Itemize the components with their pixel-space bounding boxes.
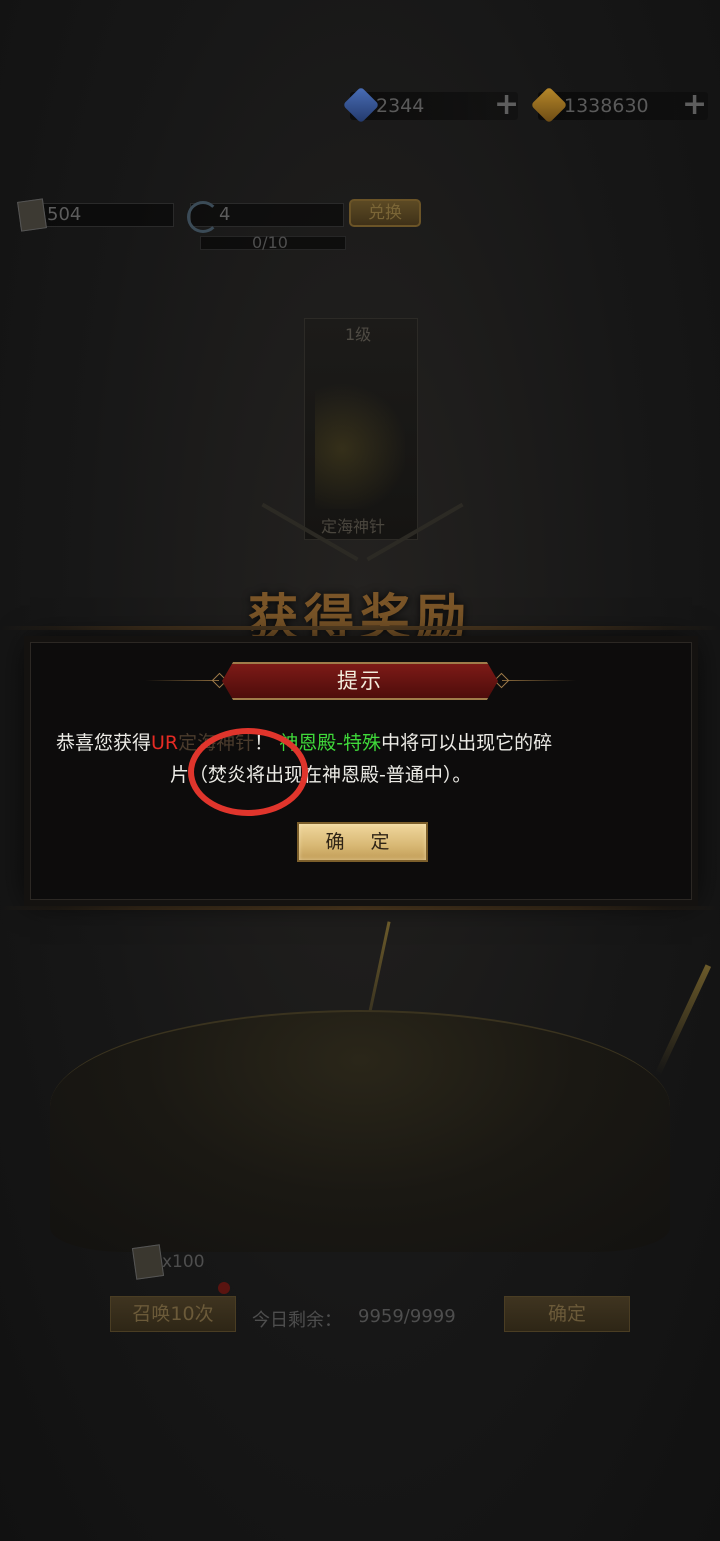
remaining-label: 今日剩余： bbox=[252, 1310, 342, 1331]
orb-counter: 4 bbox=[187, 201, 344, 233]
card-sparkle bbox=[315, 359, 405, 509]
gold-gem-value: 1338630 bbox=[564, 95, 649, 117]
reward-title: 获得奖励 bbox=[248, 589, 472, 647]
header-right-line bbox=[502, 680, 576, 681]
card-name: 定海神针 bbox=[321, 517, 386, 536]
summon-altar bbox=[50, 1010, 670, 1252]
blue-gem-add-button[interactable]: + bbox=[494, 90, 519, 120]
ticket-value: 504 bbox=[47, 204, 82, 225]
light-beam-right bbox=[654, 964, 712, 1076]
gold-gem-add-button[interactable]: + bbox=[682, 90, 707, 120]
remaining-value: 9959/9999 bbox=[358, 1306, 456, 1327]
gold-gem-icon bbox=[530, 86, 568, 124]
header-left-line bbox=[145, 680, 219, 681]
summon-ticket-icon bbox=[17, 198, 47, 232]
exchange-button[interactable]: 兑换 bbox=[349, 199, 421, 227]
dialog-confirm-button[interactable]: 确 定 bbox=[297, 822, 428, 862]
moon-orb-icon bbox=[187, 201, 219, 233]
ticket-counter: 504 bbox=[17, 198, 174, 232]
gold-gem-counter: 1338630 + bbox=[530, 86, 708, 124]
blue-gem-counter: 2344 + bbox=[342, 86, 519, 124]
blue-gem-value: 2344 bbox=[376, 95, 425, 117]
blue-gem-icon bbox=[342, 86, 380, 124]
background-card: 1级 定海神针 bbox=[304, 318, 418, 540]
notification-dot bbox=[218, 1282, 230, 1294]
dialog-top-band bbox=[0, 626, 720, 630]
progress-text: 0/10 bbox=[252, 233, 288, 252]
msg-prefix: 恭喜您获得 bbox=[56, 732, 152, 754]
summon-ticket-icon bbox=[131, 1244, 165, 1280]
msg-item-rarity: UR bbox=[151, 732, 179, 754]
dialog-message-line1: 恭喜您获得UR定海神针！ 神恩殿-特殊中将可以出现它的碎 bbox=[56, 727, 676, 759]
summon-10-button[interactable]: 召唤10次 bbox=[110, 1296, 236, 1332]
dialog-bottom-band bbox=[0, 906, 720, 910]
dialog-title: 提示 bbox=[337, 669, 383, 693]
game-screen: 2344 + 1338630 + 504 4 兑换 0/10 1级 定海神针 获… bbox=[0, 0, 720, 1541]
bottom-confirm-button[interactable]: 确定 bbox=[504, 1296, 630, 1332]
orb-value: 4 bbox=[219, 204, 231, 225]
red-highlight-circle bbox=[188, 728, 308, 816]
card-level: 1级 bbox=[345, 325, 372, 344]
ticket-cost: x100 bbox=[162, 1252, 205, 1272]
msg-suffix: 中将可以出现它的碎 bbox=[381, 732, 553, 754]
